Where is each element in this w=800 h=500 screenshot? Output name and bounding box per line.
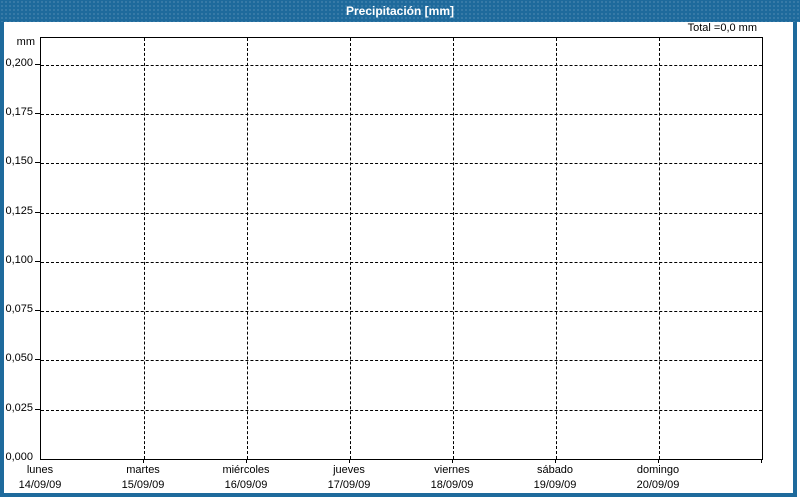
y-tick-label: 0,175 bbox=[5, 105, 33, 118]
h-gridline bbox=[41, 311, 762, 313]
h-gridline bbox=[41, 163, 762, 165]
y-tick-label: 0,125 bbox=[5, 204, 33, 217]
x-axis-tick bbox=[452, 459, 453, 463]
x-axis-tick bbox=[658, 459, 659, 463]
x-category-day: lunes bbox=[26, 464, 54, 476]
chart-title: Precipitación [mm] bbox=[345, 4, 455, 18]
h-gridline bbox=[41, 212, 762, 214]
total-annotation: Total =0,0 mm bbox=[687, 22, 757, 34]
h-gridline bbox=[41, 64, 762, 66]
x-axis-tick bbox=[143, 459, 144, 463]
window-frame-right bbox=[793, 22, 797, 497]
v-gridline bbox=[556, 38, 557, 459]
v-gridline bbox=[659, 38, 660, 459]
x-category-day: martes bbox=[126, 464, 160, 476]
x-category-day: sábado bbox=[536, 464, 574, 476]
x-category-label: jueves 17/09/09 bbox=[298, 463, 401, 493]
window-frame-bottom bbox=[0, 493, 797, 497]
chart-window: Precipitación [mm] Total =0,0 mm mm 0,20… bbox=[0, 0, 800, 500]
x-category-day: miércoles bbox=[222, 464, 270, 476]
y-axis-tick bbox=[35, 310, 40, 312]
y-axis-tick bbox=[35, 359, 40, 361]
h-gridline bbox=[41, 360, 762, 362]
x-category-label: viernes 18/09/09 bbox=[401, 463, 504, 493]
x-category-date: 14/09/09 bbox=[18, 479, 62, 491]
x-axis-tick bbox=[761, 459, 762, 463]
x-category-date: 17/09/09 bbox=[327, 479, 371, 491]
y-tick-label: 0,000 bbox=[5, 451, 33, 463]
v-gridline bbox=[144, 38, 145, 459]
x-category-date: 16/09/09 bbox=[224, 479, 268, 491]
chart-title-bar: Precipitación [mm] bbox=[0, 0, 800, 22]
x-axis-tick bbox=[349, 459, 350, 463]
y-tick-label: 0,200 bbox=[5, 56, 33, 69]
v-gridline bbox=[350, 38, 351, 459]
x-category-label: sábado 19/09/09 bbox=[504, 463, 607, 493]
x-category-label: martes 15/09/09 bbox=[92, 463, 195, 493]
v-gridline bbox=[453, 38, 454, 459]
x-category-day: jueves bbox=[333, 464, 365, 476]
x-category-date: 18/09/09 bbox=[430, 479, 474, 491]
x-category-day: viernes bbox=[434, 464, 470, 476]
y-tick-label: 0,025 bbox=[5, 401, 33, 414]
h-gridline bbox=[41, 409, 762, 411]
x-category-date: 19/09/09 bbox=[533, 479, 577, 491]
y-axis-unit-label: mm bbox=[16, 36, 35, 48]
x-category-label: lunes 14/09/09 bbox=[0, 463, 92, 493]
y-axis-tick bbox=[35, 63, 40, 65]
y-tick-label: 0,150 bbox=[5, 155, 33, 168]
y-axis-tick bbox=[35, 162, 40, 164]
x-category-date: 15/09/09 bbox=[121, 479, 165, 491]
x-category-label: domingo 20/09/09 bbox=[607, 463, 710, 493]
y-tick-label: 0,050 bbox=[5, 352, 33, 365]
x-axis-tick bbox=[555, 459, 556, 463]
y-axis-tick bbox=[35, 408, 40, 410]
y-tick-label: 0,075 bbox=[5, 303, 33, 316]
plot-area bbox=[40, 37, 763, 460]
x-category-date: 20/09/09 bbox=[636, 479, 680, 491]
v-gridline bbox=[247, 38, 248, 459]
h-gridline bbox=[41, 113, 762, 115]
x-axis-tick bbox=[246, 459, 247, 463]
x-category-day: domingo bbox=[636, 464, 680, 476]
y-axis-tick bbox=[35, 260, 40, 262]
y-axis-tick bbox=[35, 211, 40, 213]
x-category-label: miércoles 16/09/09 bbox=[195, 463, 298, 493]
h-gridline bbox=[41, 261, 762, 263]
y-tick-label: 0,100 bbox=[5, 253, 33, 266]
y-axis-tick bbox=[35, 112, 40, 114]
